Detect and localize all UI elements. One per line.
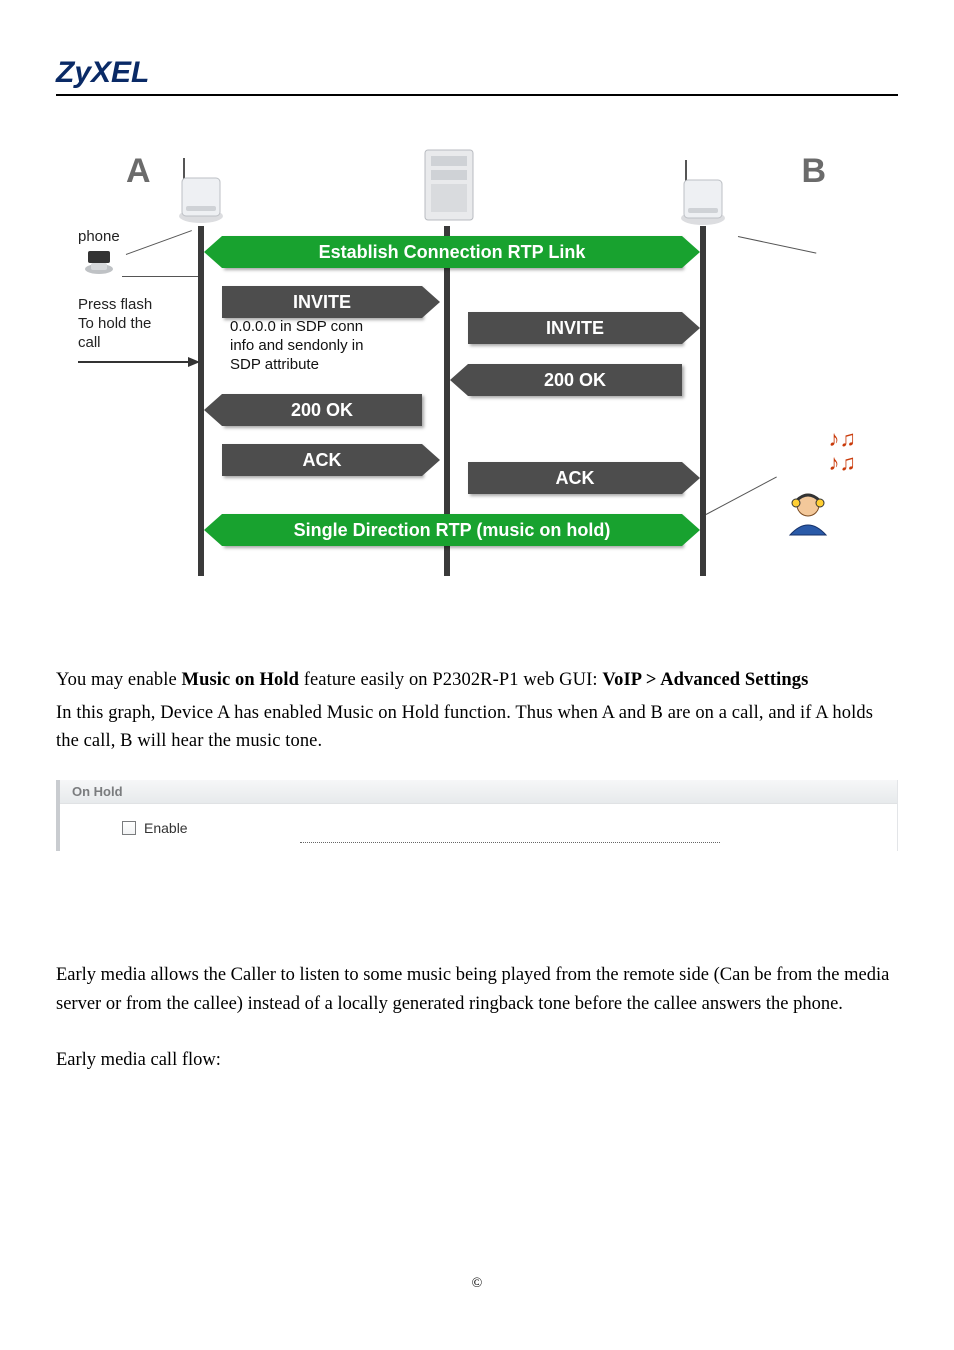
music-note-icon: ♪♫ xyxy=(829,450,857,476)
lifeline-b xyxy=(700,226,706,576)
panel-divider xyxy=(300,842,720,843)
endpoint-a-label: A xyxy=(126,152,151,191)
server-icon xyxy=(421,146,477,231)
msg-ok-a-text: 200 OK xyxy=(291,400,353,420)
flash-line1: Press flash xyxy=(78,296,152,315)
msg-ack-b-text: ACK xyxy=(556,468,595,488)
msg-invite-b: INVITE xyxy=(468,312,682,344)
flash-line2: To hold the xyxy=(78,315,152,334)
msg-ack-a-text: ACK xyxy=(303,450,342,470)
msg-ok-a: 200 OK xyxy=(222,394,422,426)
msg-ack-b: ACK xyxy=(468,462,682,494)
p1-mid: feature easily on P2302R-P1 web GUI: xyxy=(299,670,602,690)
msg-invite-a: INVITE xyxy=(222,286,422,318)
enable-label: Enable xyxy=(144,820,188,836)
enable-checkbox[interactable] xyxy=(122,821,136,835)
msg-single-dir: Single Direction RTP (music on hold) xyxy=(222,514,682,546)
flash-arrow-icon xyxy=(78,354,200,370)
msg-establish-text: Establish Connection RTP Link xyxy=(319,242,586,262)
sdp-line3: SDP attribute xyxy=(230,356,363,375)
early-media-flow-label: Early media call flow: xyxy=(56,1046,898,1075)
on-hold-panel-title: On Hold xyxy=(60,780,897,804)
router-a-icon xyxy=(176,156,226,231)
flash-annotation: Press flash To hold the call xyxy=(78,296,152,352)
phone-label: phone xyxy=(78,228,120,247)
msg-invite-b-text: INVITE xyxy=(546,318,604,338)
sdp-note: 0.0.0.0 in SDP conn info and sendonly in… xyxy=(230,318,363,374)
sip-flow-diagram: A B xyxy=(66,136,826,596)
paragraph-1: You may enable Music on Hold feature eas… xyxy=(56,666,898,695)
msg-ack-a: ACK xyxy=(222,444,422,476)
on-hold-panel: On Hold Enable xyxy=(56,780,898,851)
msg-ok-b-text: 200 OK xyxy=(544,370,606,390)
p1-bold1: Music on Hold xyxy=(182,670,299,690)
phone-annotation: phone xyxy=(78,228,120,281)
sdp-line1: 0.0.0.0 in SDP conn xyxy=(230,318,363,337)
phone-icon xyxy=(78,249,120,281)
endpoint-b-label: B xyxy=(801,152,826,191)
footer-copyright: © xyxy=(0,1276,954,1292)
msg-invite-a-text: INVITE xyxy=(293,292,351,312)
early-media-paragraph: Early media allows the Caller to listen … xyxy=(56,961,898,1018)
paragraph-2: In this graph, Device A has enabled Musi… xyxy=(56,699,898,756)
flash-line3: call xyxy=(78,334,152,353)
body-text-block: You may enable Music on Hold feature eas… xyxy=(56,666,898,756)
header-rule xyxy=(56,94,898,96)
router-b-icon xyxy=(678,158,728,233)
msg-single-dir-text: Single Direction RTP (music on hold) xyxy=(294,520,611,540)
p1-bold2: VoIP > Advanced Settings xyxy=(602,670,808,690)
brand-logo-text: ZyXEL xyxy=(56,56,898,94)
msg-ok-b: 200 OK xyxy=(468,364,682,396)
music-note-icon: ♪♫ xyxy=(829,426,857,452)
sdp-line2: info and sendonly in xyxy=(230,337,363,356)
listener-icon xyxy=(780,485,836,546)
p1-pre: You may enable xyxy=(56,670,182,690)
msg-establish: Establish Connection RTP Link xyxy=(222,236,682,268)
